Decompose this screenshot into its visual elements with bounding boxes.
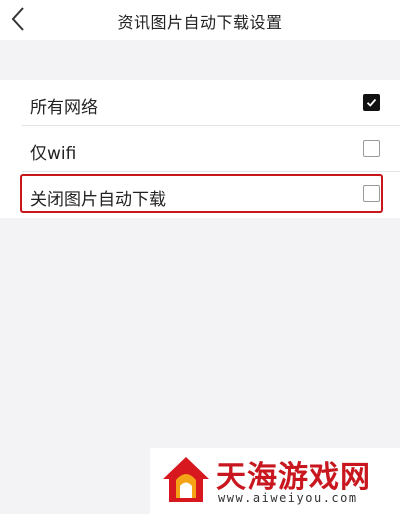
option-disable-auto-download[interactable]: 关闭图片自动下载	[0, 172, 400, 218]
top-nav-bar: 资讯图片自动下载设置	[0, 0, 400, 40]
option-wifi-only[interactable]: 仅wifi	[0, 126, 400, 172]
option-all-networks[interactable]: 所有网络	[0, 80, 400, 126]
watermark: 天海游戏网 www.aiweiyou.com	[150, 448, 400, 514]
watermark-name: 天海游戏网	[216, 460, 371, 495]
checkbox-wifi-only[interactable]	[363, 140, 380, 157]
option-label: 所有网络	[30, 98, 98, 118]
checkbox-all-networks[interactable]	[363, 94, 380, 111]
page-title: 资讯图片自动下载设置	[117, 13, 283, 32]
option-label: 仅wifi	[30, 144, 77, 164]
watermark-url: www.aiweiyou.com	[218, 491, 358, 505]
checkbox-disable-auto-download[interactable]	[363, 185, 380, 202]
download-options-list: 所有网络 仅wifi 关闭图片自动下载	[0, 80, 400, 218]
house-logo-icon	[158, 452, 214, 508]
option-label: 关闭图片自动下载	[30, 190, 166, 210]
checkmark-icon	[366, 98, 377, 107]
